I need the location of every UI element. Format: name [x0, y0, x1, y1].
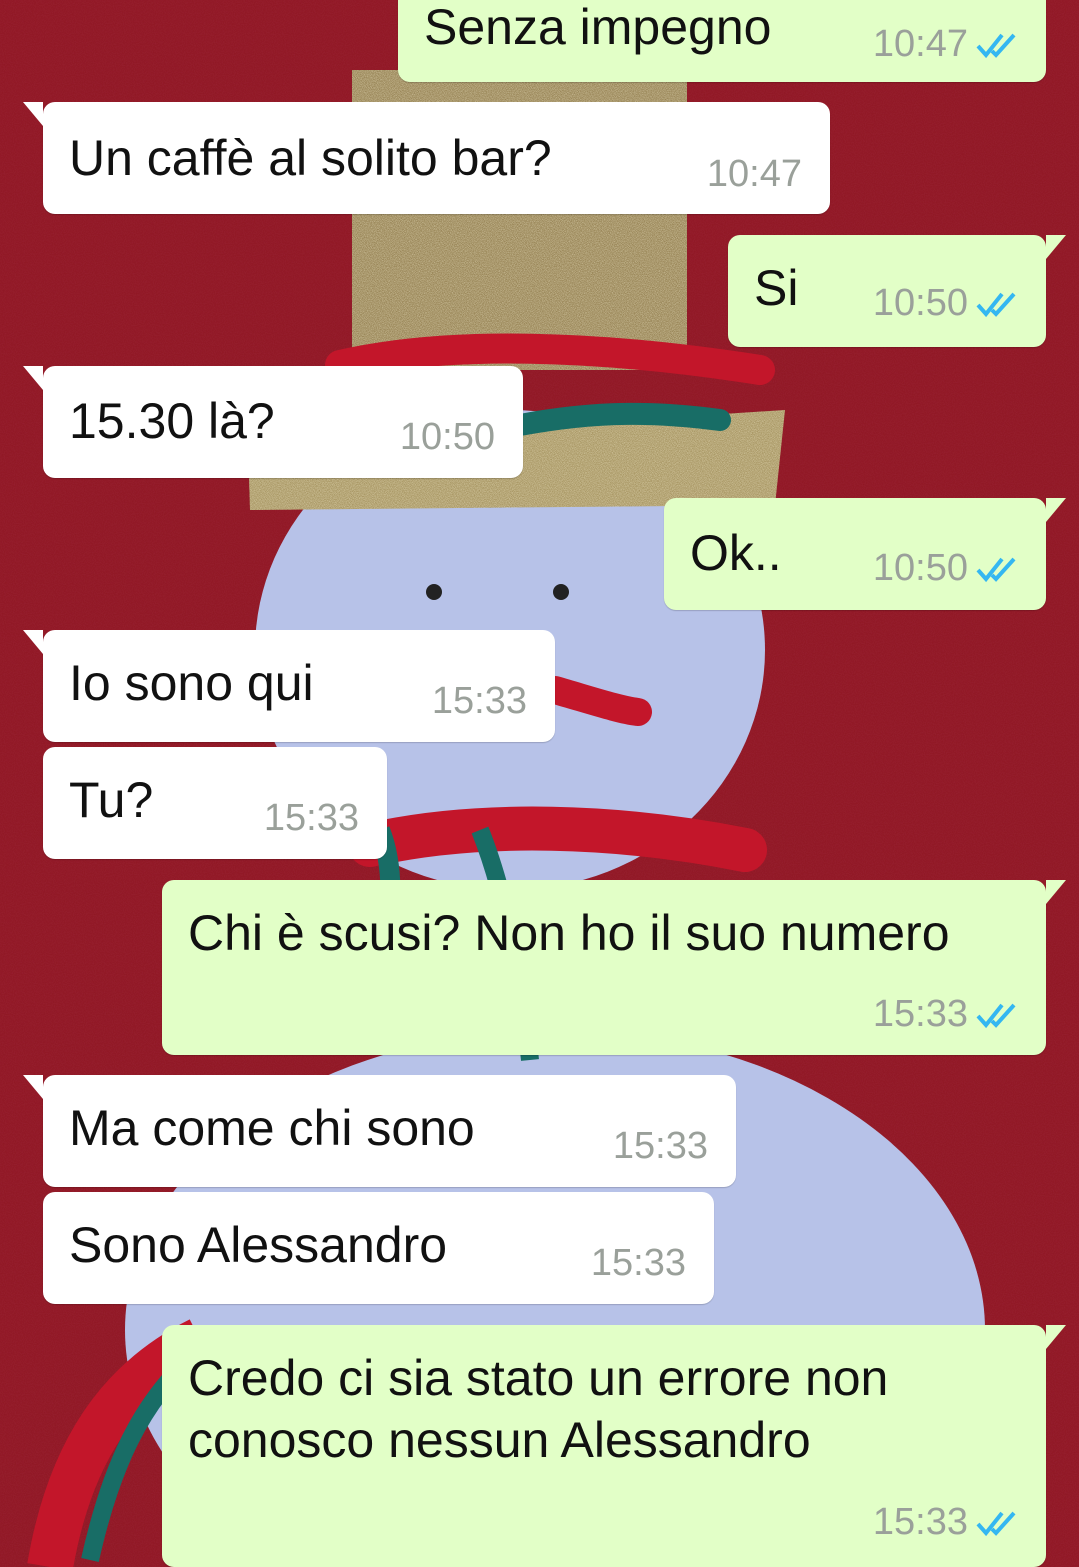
message-time: 10:50 [399, 416, 495, 458]
double-check-icon [976, 1511, 1016, 1536]
message-time: 15:33 [263, 797, 359, 839]
message-meta: 10:47 [707, 153, 802, 196]
message-time: 10:50 [872, 282, 968, 324]
message-time: 15:33 [431, 680, 527, 722]
message-text: Ok.. [690, 525, 782, 581]
message-text: Si [754, 260, 799, 316]
message-text: Io sono qui [69, 655, 314, 711]
message-text: Tu? [69, 772, 154, 828]
message-bubble-incoming[interactable]: Io sono qui 15:33 [23, 630, 555, 742]
message-bubble-outgoing[interactable]: Si 10:50 [728, 235, 1066, 347]
message-text: Senza impegno [424, 0, 772, 55]
message-text: 15.30 là? [69, 393, 275, 449]
message-meta: 15:33 [873, 993, 1022, 1036]
message-meta: 15:33 [591, 1242, 686, 1285]
double-check-icon [976, 33, 1016, 58]
message-bubble-outgoing[interactable]: Credo ci sia stato un errore non conosco… [162, 1325, 1066, 1567]
message-text: Sono Alessandro [69, 1217, 448, 1273]
message-text: Un caffè al solito bar? [69, 130, 552, 186]
double-check-icon [976, 292, 1016, 317]
message-meta: 15:33 [432, 680, 527, 723]
message-meta: 10:50 [400, 416, 495, 459]
message-bubble-outgoing[interactable]: Senza impegno 10:47 [398, 0, 1046, 82]
double-check-icon [976, 557, 1016, 582]
message-time: 15:33 [612, 1125, 708, 1167]
message-bubble-incoming[interactable]: 15.30 là? 10:50 [23, 366, 523, 478]
message-meta: 15:33 [873, 1501, 1022, 1544]
message-time: 15:33 [590, 1242, 686, 1284]
message-bubble-incoming[interactable]: Tu? 15:33 [43, 747, 387, 859]
message-time: 15:33 [872, 1501, 968, 1543]
message-text: Credo ci sia stato un errore non conosco… [188, 1350, 889, 1468]
message-bubble-incoming[interactable]: Un caffè al solito bar? 10:47 [23, 102, 830, 214]
message-bubble-incoming[interactable]: Ma come chi sono 15:33 [23, 1075, 736, 1187]
message-meta: 10:50 [873, 282, 1022, 325]
message-time: 15:33 [872, 993, 968, 1035]
message-text: Ma come chi sono [69, 1100, 475, 1156]
double-check-icon [976, 1003, 1016, 1028]
message-time: 10:47 [872, 23, 968, 65]
message-time: 10:47 [706, 153, 802, 195]
message-time: 10:50 [872, 547, 968, 589]
message-meta: 15:33 [613, 1125, 708, 1168]
message-text: Chi è scusi? Non ho il suo numero [188, 905, 950, 961]
message-bubble-outgoing[interactable]: Chi è scusi? Non ho il suo numero 15:33 [162, 880, 1066, 1055]
message-bubble-outgoing[interactable]: Ok.. 10:50 [664, 498, 1066, 610]
message-bubble-incoming[interactable]: Sono Alessandro 15:33 [43, 1192, 714, 1304]
message-meta: 10:50 [873, 547, 1022, 590]
message-meta: 10:47 [873, 23, 1022, 66]
message-meta: 15:33 [264, 797, 359, 840]
